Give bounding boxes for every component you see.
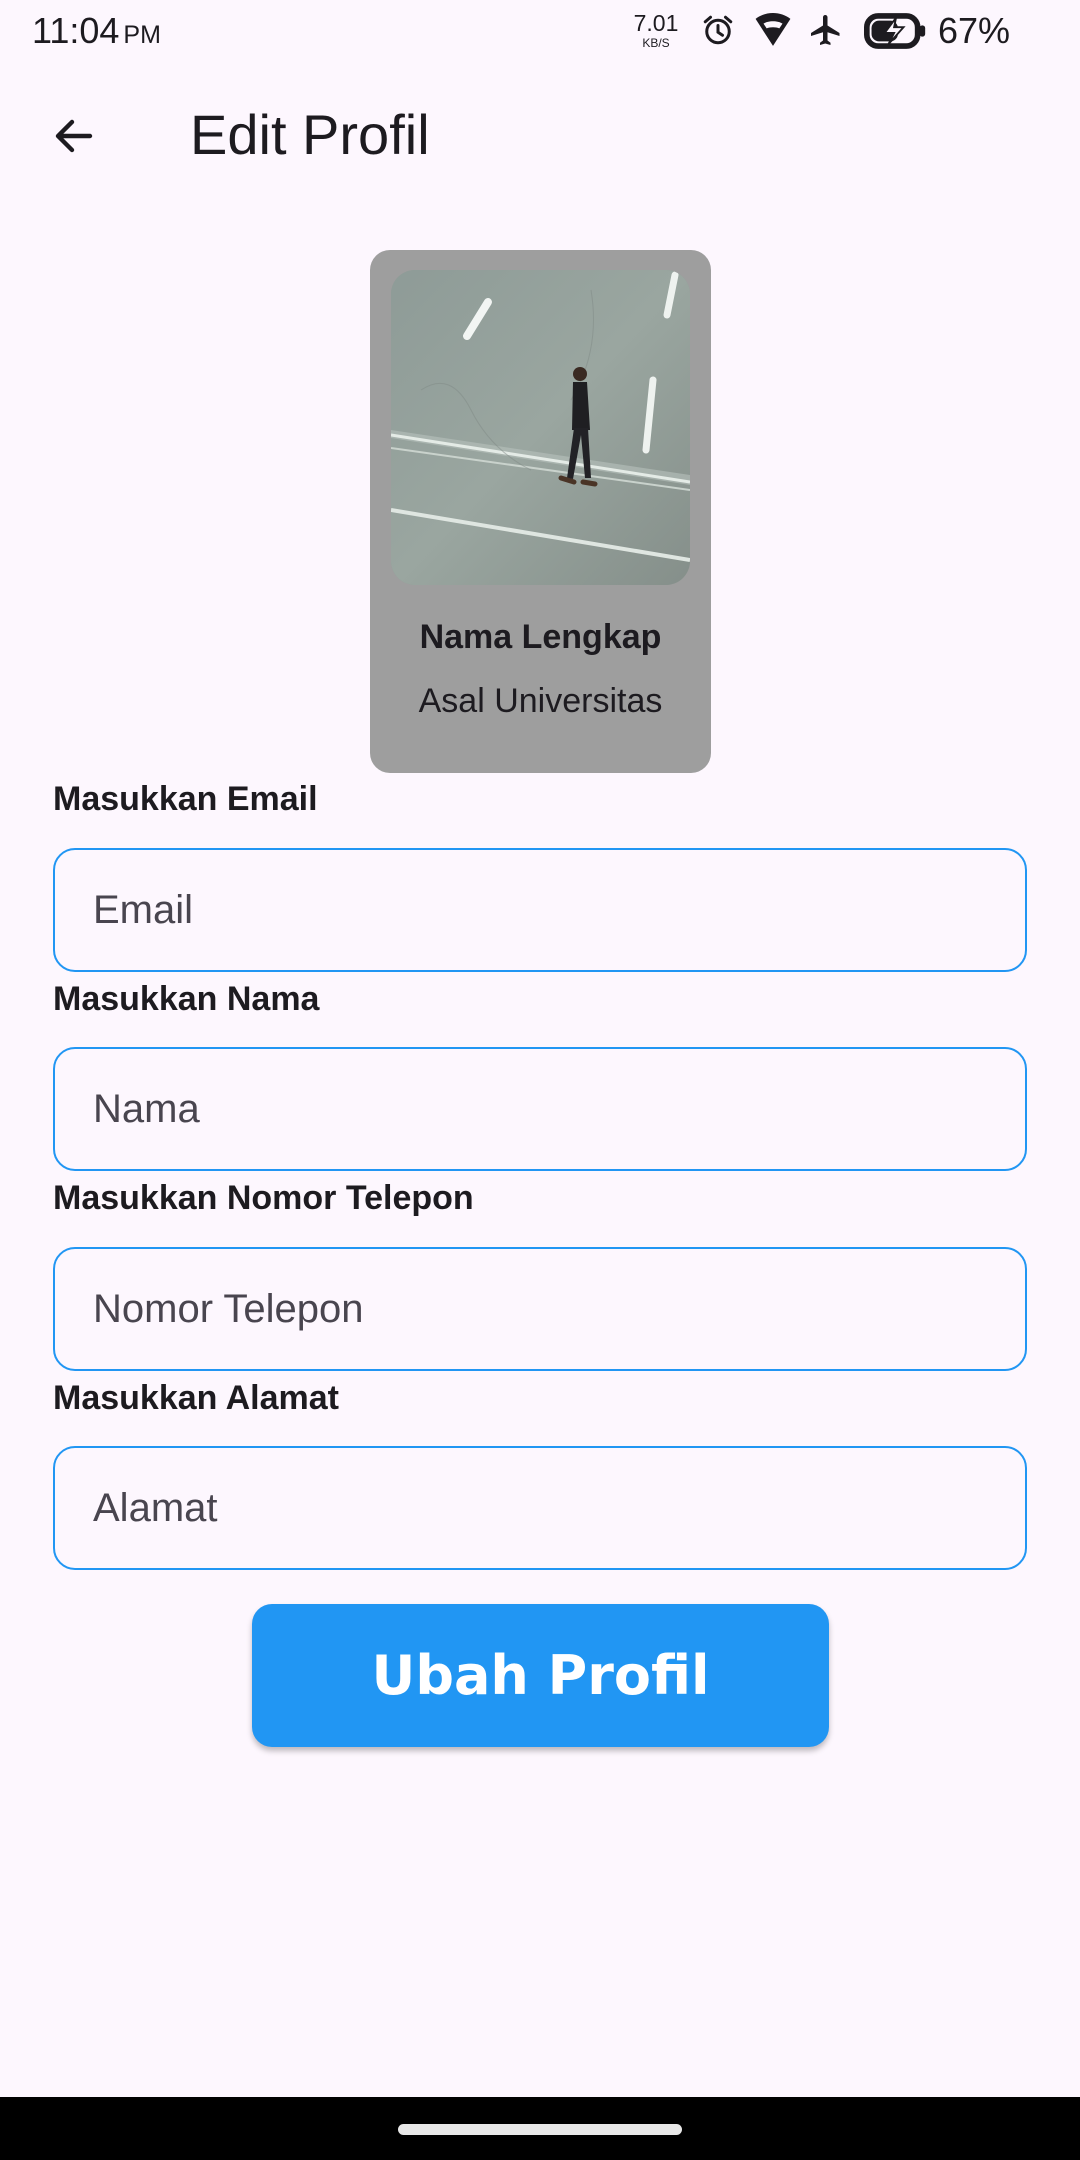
page-title: Edit Profil xyxy=(190,103,430,166)
phone-label: Masukkan Nomor Telepon xyxy=(53,1179,474,1217)
home-indicator[interactable] xyxy=(398,2124,682,2135)
network-speed: 7.01 KB/S xyxy=(628,10,684,50)
profile-name: Nama Lengkap xyxy=(419,618,662,656)
arrow-back-icon xyxy=(55,119,93,153)
profile-card: Nama Lengkap Asal Universitas xyxy=(370,250,711,773)
battery-percent: 67% xyxy=(938,10,1011,51)
status-bar: 11:04 PM 7.01 KB/S 67% xyxy=(0,0,1080,64)
status-ampm: PM xyxy=(123,21,161,49)
update-profile-button[interactable]: Ubah Profil xyxy=(252,1604,829,1747)
battery-charging-icon xyxy=(864,12,928,55)
profile-university: Asal Universitas xyxy=(418,682,663,720)
network-speed-unit: KB/S xyxy=(642,36,670,50)
profile-photo[interactable] xyxy=(391,270,690,585)
back-button[interactable] xyxy=(44,106,104,166)
navigation-bar xyxy=(0,2097,1080,2160)
email-field[interactable] xyxy=(53,848,1027,972)
status-time: 11:04 PM xyxy=(32,10,161,52)
person-walking-photo-icon xyxy=(391,270,690,585)
email-label: Masukkan Email xyxy=(53,780,318,818)
address-field[interactable] xyxy=(53,1446,1027,1570)
address-label: Masukkan Alamat xyxy=(53,1379,339,1417)
airplane-icon xyxy=(808,12,844,53)
name-field[interactable] xyxy=(53,1047,1027,1171)
status-clock: 11:04 xyxy=(32,10,120,51)
network-speed-value: 7.01 xyxy=(633,10,679,36)
name-label: Masukkan Nama xyxy=(53,980,320,1018)
wifi-icon xyxy=(754,12,792,53)
edit-profile-screen: 11:04 PM 7.01 KB/S 67% Edit Profil Nama … xyxy=(0,0,1080,2160)
alarm-icon xyxy=(700,12,736,53)
phone-field[interactable] xyxy=(53,1247,1027,1371)
